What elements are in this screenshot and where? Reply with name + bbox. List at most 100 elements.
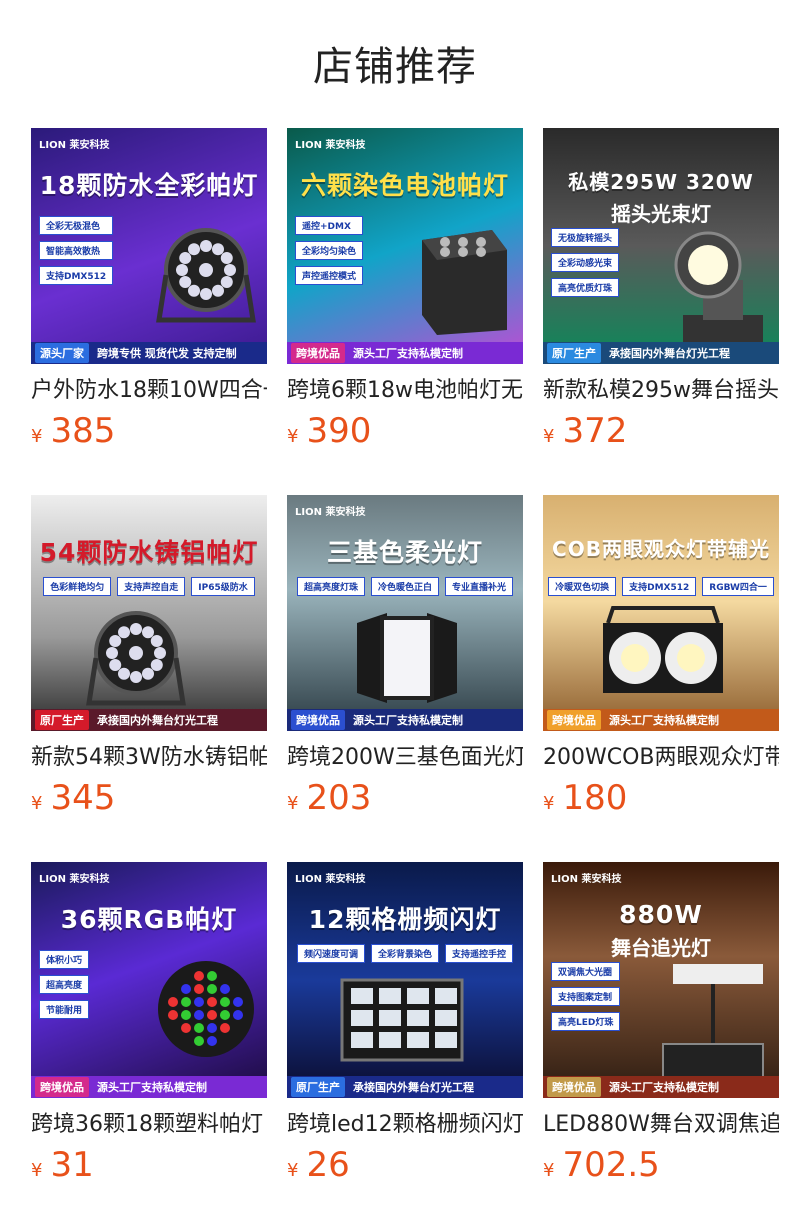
image-headline: 私模295W 320W bbox=[568, 170, 754, 194]
image-footer-banner: 源头厂家 跨境专供 现货代发 支持定制 bbox=[31, 342, 267, 364]
image-footer-banner: 原厂生产 承接国内外舞台灯光工程 bbox=[287, 1076, 523, 1098]
feature-tag: 高亮LED灯珠 bbox=[551, 1012, 621, 1031]
product-image[interactable]: LION 莱安科技 36颗RGB帕灯 体积小巧 超高亮度 节能耐用 跨境优品 源头工厂支持私… bbox=[31, 862, 267, 1098]
image-headline: 12颗格栅频闪灯 bbox=[308, 905, 502, 934]
moving-head-icon bbox=[663, 220, 773, 354]
product-title[interactable]: 跨境200W三基色面光灯 bbox=[287, 743, 523, 773]
image-headline: 18颗防水全彩帕灯 bbox=[39, 171, 259, 200]
feature-tag: 高亮优质灯珠 bbox=[551, 278, 620, 297]
price-value: 31 bbox=[50, 1145, 94, 1185]
product-price: ¥702.5 bbox=[543, 1146, 779, 1190]
footer-text: 跨境专供 现货代发 支持定制 bbox=[97, 347, 237, 360]
origin-badge: 跨境优品 bbox=[291, 710, 345, 730]
product-card[interactable]: LION 莱安科技 18颗防水全彩帕灯 全彩无极混色 智能高效散热 支持DMX512 源头… bbox=[31, 128, 267, 456]
currency-symbol: ¥ bbox=[543, 793, 555, 814]
product-card[interactable]: LION 莱安科技 12颗格栅频闪灯 频闪速度可调 全彩背景染色 支持遥控手控 原厂生产承… bbox=[287, 862, 523, 1190]
product-title[interactable]: 跨境36颗18颗塑料帕灯 bbox=[31, 1110, 267, 1140]
origin-badge: 源头厂家 bbox=[35, 343, 89, 363]
feature-tag: 全彩动感光束 bbox=[551, 253, 620, 272]
image-footer-banner: 跨境优品 源头工厂支持私模定制 bbox=[543, 709, 779, 731]
feature-tag: 智能高效散热 bbox=[39, 241, 114, 260]
product-image[interactable]: LION 莱安科技 12颗格栅频闪灯 频闪速度可调 全彩背景染色 支持遥控手控 原厂生产承… bbox=[287, 862, 523, 1098]
product-card[interactable]: COB两眼观众灯带辅光 冷暖双色切换 支持DMX512 RGBW四合一 跨境优品 源头工厂… bbox=[543, 495, 779, 823]
product-title[interactable]: 跨境led12颗格栅频闪灯 bbox=[287, 1110, 523, 1140]
product-price: ¥31 bbox=[31, 1146, 267, 1190]
feature-tags: 双调焦大光圈 支持图案定制 高亮LED灯珠 bbox=[551, 962, 621, 1031]
feature-tag: 全彩无极混色 bbox=[39, 216, 114, 235]
product-card[interactable]: LION 莱安科技 880W 舞台追光灯 双调焦大光圈 支持图案定制 高亮LED灯珠 跨境优… bbox=[543, 862, 779, 1190]
image-headline: 三基色柔光灯 bbox=[326, 538, 483, 567]
image-headline: 六颗染色电池帕灯 bbox=[300, 171, 509, 200]
feature-tag: 支持图案定制 bbox=[551, 987, 621, 1006]
product-price: ¥180 bbox=[543, 779, 779, 823]
currency-symbol: ¥ bbox=[287, 1160, 299, 1181]
feature-tag: 支持DMX512 bbox=[622, 577, 697, 596]
section-title: 店铺推荐 bbox=[313, 44, 477, 90]
image-footer-banner: 原厂生产 承接国内外舞台灯光工程 bbox=[31, 709, 267, 731]
product-image[interactable]: LION 莱安科技 18颗防水全彩帕灯 全彩无极混色 智能高效散热 支持DMX512 源头… bbox=[31, 128, 267, 364]
product-title[interactable]: LED880W舞台双调焦追光灯 bbox=[543, 1110, 779, 1140]
product-title[interactable]: 新款54颗3W防水铸铝帕灯 bbox=[31, 743, 267, 773]
product-image[interactable]: LION 莱安科技六颗染色电池帕灯遥控+DMX 全彩均匀染色 声控遥控模式跨境优品源… bbox=[287, 128, 523, 364]
product-card[interactable]: LION 莱安科技 三基色柔光灯 超高亮度灯珠 冷色暖色正白 专业直播补光 跨境优品 源头工… bbox=[287, 495, 523, 823]
feature-tag: 专业直播补光 bbox=[445, 577, 514, 596]
feature-tag: 声控遥控模式 bbox=[295, 266, 364, 285]
price-value: 26 bbox=[306, 1145, 350, 1185]
product-title[interactable]: 新款私模295w舞台摇头光束灯 bbox=[543, 376, 779, 406]
product-image[interactable]: 私模295W 320W 摇头光束灯 无极旋转摇头 全彩动感光束 高亮优质灯珠 原厂生产 承接… bbox=[543, 128, 779, 364]
origin-badge: 原厂生产 bbox=[35, 710, 89, 730]
feature-tag: 无极旋转摇头 bbox=[551, 228, 620, 247]
product-price: ¥203 bbox=[287, 779, 523, 823]
product-title[interactable]: 200WCOB两眼观众灯带辅光 bbox=[543, 743, 779, 773]
image-footer-banner: 跨境优品 源头工厂支持私模定制 bbox=[287, 342, 523, 364]
price-value: 702.5 bbox=[562, 1145, 660, 1185]
origin-badge: 跨境优品 bbox=[547, 1077, 601, 1097]
image-footer-banner: 原厂生产 承接国内外舞台灯光工程 bbox=[543, 342, 779, 364]
feature-tag: 全彩背景染色 bbox=[370, 944, 439, 963]
origin-badge: 跨境优品 bbox=[547, 710, 601, 730]
product-card[interactable]: LION 莱安科技 36颗RGB帕灯 体积小巧 超高亮度 节能耐用 跨境优品 源头工厂支持私… bbox=[31, 862, 267, 1190]
brand-logo: LION 莱安科技 bbox=[295, 140, 366, 151]
brand-logo: LION 莱安科技 bbox=[295, 874, 366, 885]
feature-tags: 无极旋转摇头 全彩动感光束 高亮优质灯珠 bbox=[551, 228, 620, 297]
product-card[interactable]: 54颗防水铸铝帕灯色彩鲜艳均匀 支持声控自走 IP65级防水 原厂生产 承接国内外舞台灯… bbox=[31, 495, 267, 823]
brand-logo: LION 莱安科技 bbox=[39, 874, 110, 885]
image-headline: COB两眼观众灯带辅光 bbox=[552, 537, 770, 561]
section-header: 店铺推荐 bbox=[0, 0, 790, 128]
product-image[interactable]: LION 莱安科技 三基色柔光灯 超高亮度灯珠 冷色暖色正白 专业直播补光 跨境优品 源头工… bbox=[287, 495, 523, 731]
brand-logo: LION 莱安科技 bbox=[39, 140, 110, 151]
image-headline: 54颗防水铸铝帕灯 bbox=[39, 538, 259, 567]
footer-text: 源头工厂支持私模定制 bbox=[353, 714, 463, 727]
image-footer-banner: 跨境优品 源头工厂支持私模定制 bbox=[31, 1076, 267, 1098]
strobe-icon bbox=[337, 970, 467, 1074]
product-image[interactable]: COB两眼观众灯带辅光 冷暖双色切换 支持DMX512 RGBW四合一 跨境优品 源头工厂… bbox=[543, 495, 779, 731]
feature-tags: 色彩鲜艳均匀 支持声控自走 IP65级防水 bbox=[37, 577, 261, 596]
origin-badge: 跨境优品 bbox=[35, 1077, 89, 1097]
feature-tags: 体积小巧 超高亮度 节能耐用 bbox=[39, 950, 90, 1019]
price-value: 390 bbox=[306, 411, 372, 451]
currency-symbol: ¥ bbox=[287, 426, 299, 447]
product-price: ¥385 bbox=[31, 412, 267, 456]
feature-tag: 全彩均匀染色 bbox=[295, 241, 364, 260]
product-price: ¥26 bbox=[287, 1146, 523, 1190]
brand-logo: LION 莱安科技 bbox=[295, 507, 366, 518]
waterproof-par-icon bbox=[81, 603, 191, 717]
footer-text: 源头工厂支持私模定制 bbox=[609, 1081, 719, 1094]
product-card[interactable]: 私模295W 320W 摇头光束灯 无极旋转摇头 全彩动感光束 高亮优质灯珠 原厂生产 承接… bbox=[543, 128, 779, 456]
battery-par-icon bbox=[407, 220, 517, 344]
product-title[interactable]: 跨境6颗18w电池帕灯无线遥控 bbox=[287, 376, 523, 406]
feature-tag: 冷暖双色切换 bbox=[548, 577, 617, 596]
feature-tag: 冷色暖色正白 bbox=[370, 577, 439, 596]
product-image[interactable]: 54颗防水铸铝帕灯色彩鲜艳均匀 支持声控自走 IP65级防水 原厂生产 承接国内外舞台灯… bbox=[31, 495, 267, 731]
feature-tag: 遥控+DMX bbox=[295, 216, 364, 235]
soft-light-icon bbox=[337, 603, 477, 717]
origin-badge: 原厂生产 bbox=[547, 343, 601, 363]
product-title[interactable]: 户外防水18颗10W四合一帕灯 bbox=[31, 376, 267, 406]
currency-symbol: ¥ bbox=[31, 426, 43, 447]
footer-text: 承接国内外舞台灯光工程 bbox=[609, 347, 730, 360]
feature-tag: IP65级防水 bbox=[191, 577, 255, 596]
currency-symbol: ¥ bbox=[31, 793, 43, 814]
product-card[interactable]: LION 莱安科技六颗染色电池帕灯遥控+DMX 全彩均匀染色 声控遥控模式跨境优品源… bbox=[287, 128, 523, 456]
feature-tag: 频闪速度可调 bbox=[296, 944, 365, 963]
product-image[interactable]: LION 莱安科技 880W 舞台追光灯 双调焦大光圈 支持图案定制 高亮LED灯珠 跨境优… bbox=[543, 862, 779, 1098]
